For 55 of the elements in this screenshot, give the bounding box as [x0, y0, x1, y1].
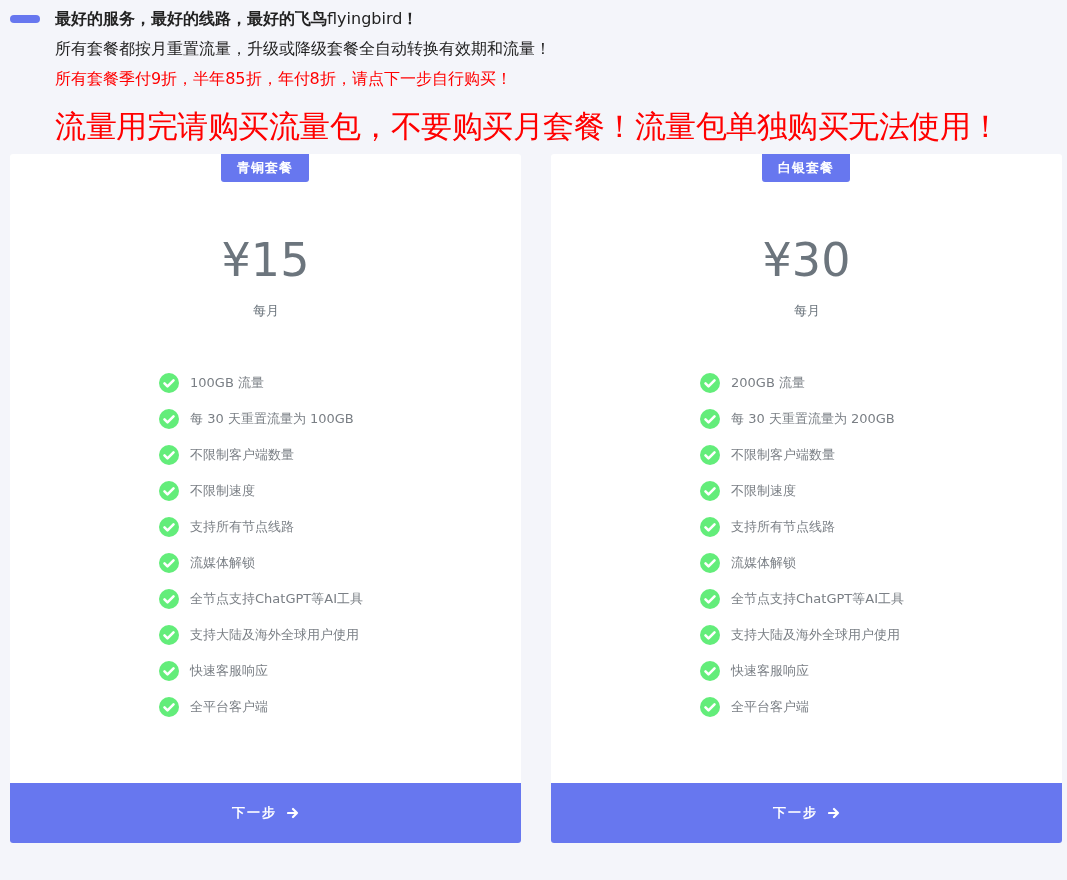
plan-badge: 青铜套餐	[221, 154, 309, 182]
price-text: ¥15	[221, 232, 310, 289]
check-icon	[700, 625, 720, 645]
period-text: 每月	[793, 302, 820, 320]
arrow-right-icon	[287, 807, 299, 819]
check-icon	[159, 409, 179, 429]
check-icon	[700, 409, 720, 429]
feature-text: 100GB 流量	[190, 374, 264, 392]
check-icon	[700, 373, 720, 393]
headline: 最好的服务，最好的线路，最好的飞鸟flyingbird！	[55, 8, 420, 30]
plan-badge: 白银套餐	[762, 154, 850, 182]
feature-text: 全平台客户端	[190, 698, 268, 716]
feature-text: 快速客服响应	[731, 662, 809, 680]
notice-text: 所有套餐都按月重置流量，升级或降级套餐全自动转换有效期和流量！	[55, 38, 551, 60]
check-icon	[159, 481, 179, 501]
check-icon	[700, 517, 720, 537]
notice-text: 所有套餐季付9折，半年85折，年付8折，请点下一步自行购买！	[55, 68, 513, 90]
feature-text: 支持所有节点线路	[190, 518, 294, 536]
pill-icon	[10, 15, 40, 23]
check-icon	[159, 661, 179, 681]
feature-text: 200GB 流量	[731, 374, 805, 392]
feature-text: 流媒体解锁	[190, 554, 255, 572]
warning-text: 流量用完请购买流量包，不要购买月套餐！流量包单独购买无法使用！	[54, 107, 1002, 146]
check-icon	[159, 517, 179, 537]
feature-text: 支持大陆及海外全球用户使用	[190, 626, 359, 644]
feature-text: 每 30 天重置流量为 100GB	[190, 410, 354, 428]
period-text: 每月	[252, 302, 279, 320]
feature-text: 支持所有节点线路	[731, 518, 835, 536]
feature-text: 每 30 天重置流量为 200GB	[731, 410, 895, 428]
feature-text: 全节点支持ChatGPT等AI工具	[731, 590, 904, 608]
arrow-right-icon	[828, 807, 840, 819]
feature-text: 全节点支持ChatGPT等AI工具	[190, 590, 363, 608]
check-icon	[700, 481, 720, 501]
next-button[interactable]: 下一步	[10, 783, 521, 843]
check-icon	[159, 445, 179, 465]
check-icon	[700, 445, 720, 465]
feature-text: 不限制客户端数量	[731, 446, 835, 464]
feature-text: 支持大陆及海外全球用户使用	[731, 626, 900, 644]
check-icon	[159, 697, 179, 717]
price-text: ¥30	[762, 232, 851, 289]
check-icon	[700, 697, 720, 717]
feature-text: 快速客服响应	[190, 662, 268, 680]
check-icon	[700, 553, 720, 573]
feature-text: 不限制速度	[190, 482, 255, 500]
check-icon	[159, 589, 179, 609]
feature-text: 全平台客户端	[731, 698, 809, 716]
check-icon	[159, 373, 179, 393]
check-icon	[700, 589, 720, 609]
feature-text: 流媒体解锁	[731, 554, 796, 572]
feature-text: 不限制速度	[731, 482, 796, 500]
check-icon	[159, 553, 179, 573]
check-icon	[700, 661, 720, 681]
feature-text: 不限制客户端数量	[190, 446, 294, 464]
next-button[interactable]: 下一步	[551, 783, 1062, 843]
check-icon	[159, 625, 179, 645]
